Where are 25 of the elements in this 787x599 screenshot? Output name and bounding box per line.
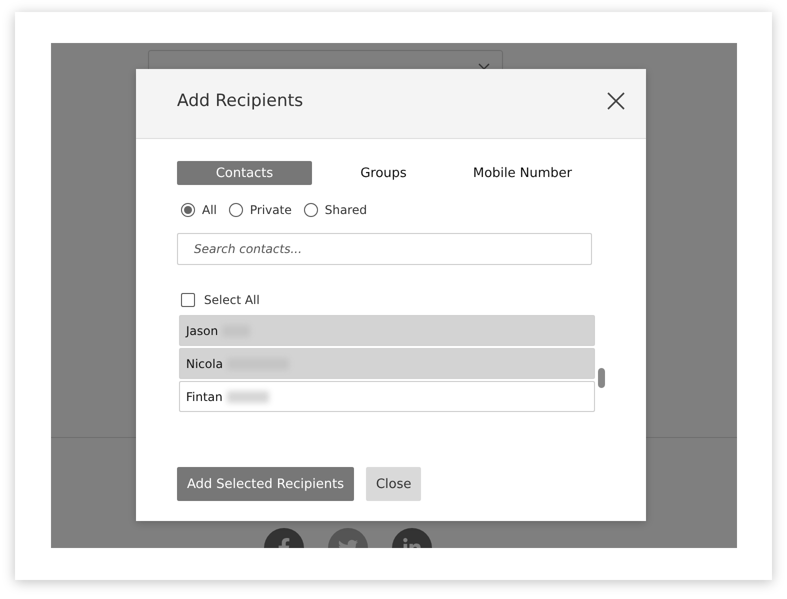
radio-label: Private — [250, 203, 292, 217]
contact-name: Fintan — [186, 390, 223, 404]
radio-label: Shared — [324, 203, 367, 217]
add-button[interactable]: Add Selected Recipients — [177, 467, 354, 501]
radio-button[interactable] — [304, 203, 318, 217]
blurred-text — [226, 390, 269, 402]
contact-row[interactable]: Nicola — [179, 348, 595, 379]
tab[interactable]: Contacts — [177, 161, 312, 185]
tab[interactable]: Mobile Number — [455, 161, 590, 185]
tab[interactable]: Groups — [316, 161, 451, 185]
contact-name: Nicola — [186, 356, 223, 370]
radio-label: All — [202, 203, 217, 217]
radio-button[interactable] — [181, 203, 195, 217]
contact-row[interactable]: Fintan — [179, 381, 595, 412]
close-icon[interactable] — [606, 90, 626, 110]
close-button[interactable]: Close — [366, 467, 422, 501]
checkbox-label: Select All — [204, 293, 260, 307]
checkbox[interactable] — [181, 293, 195, 307]
scrollbar-thumb[interactable] — [598, 368, 605, 388]
chevron-down-icon — [478, 63, 490, 71]
contact-row[interactable]: Jason — [179, 315, 595, 346]
radio-button[interactable] — [228, 203, 243, 217]
search-field[interactable]: Search contacts... — [177, 233, 592, 265]
dialog-title: Add Recipients — [177, 90, 304, 110]
contact-name: Jason — [186, 324, 218, 338]
